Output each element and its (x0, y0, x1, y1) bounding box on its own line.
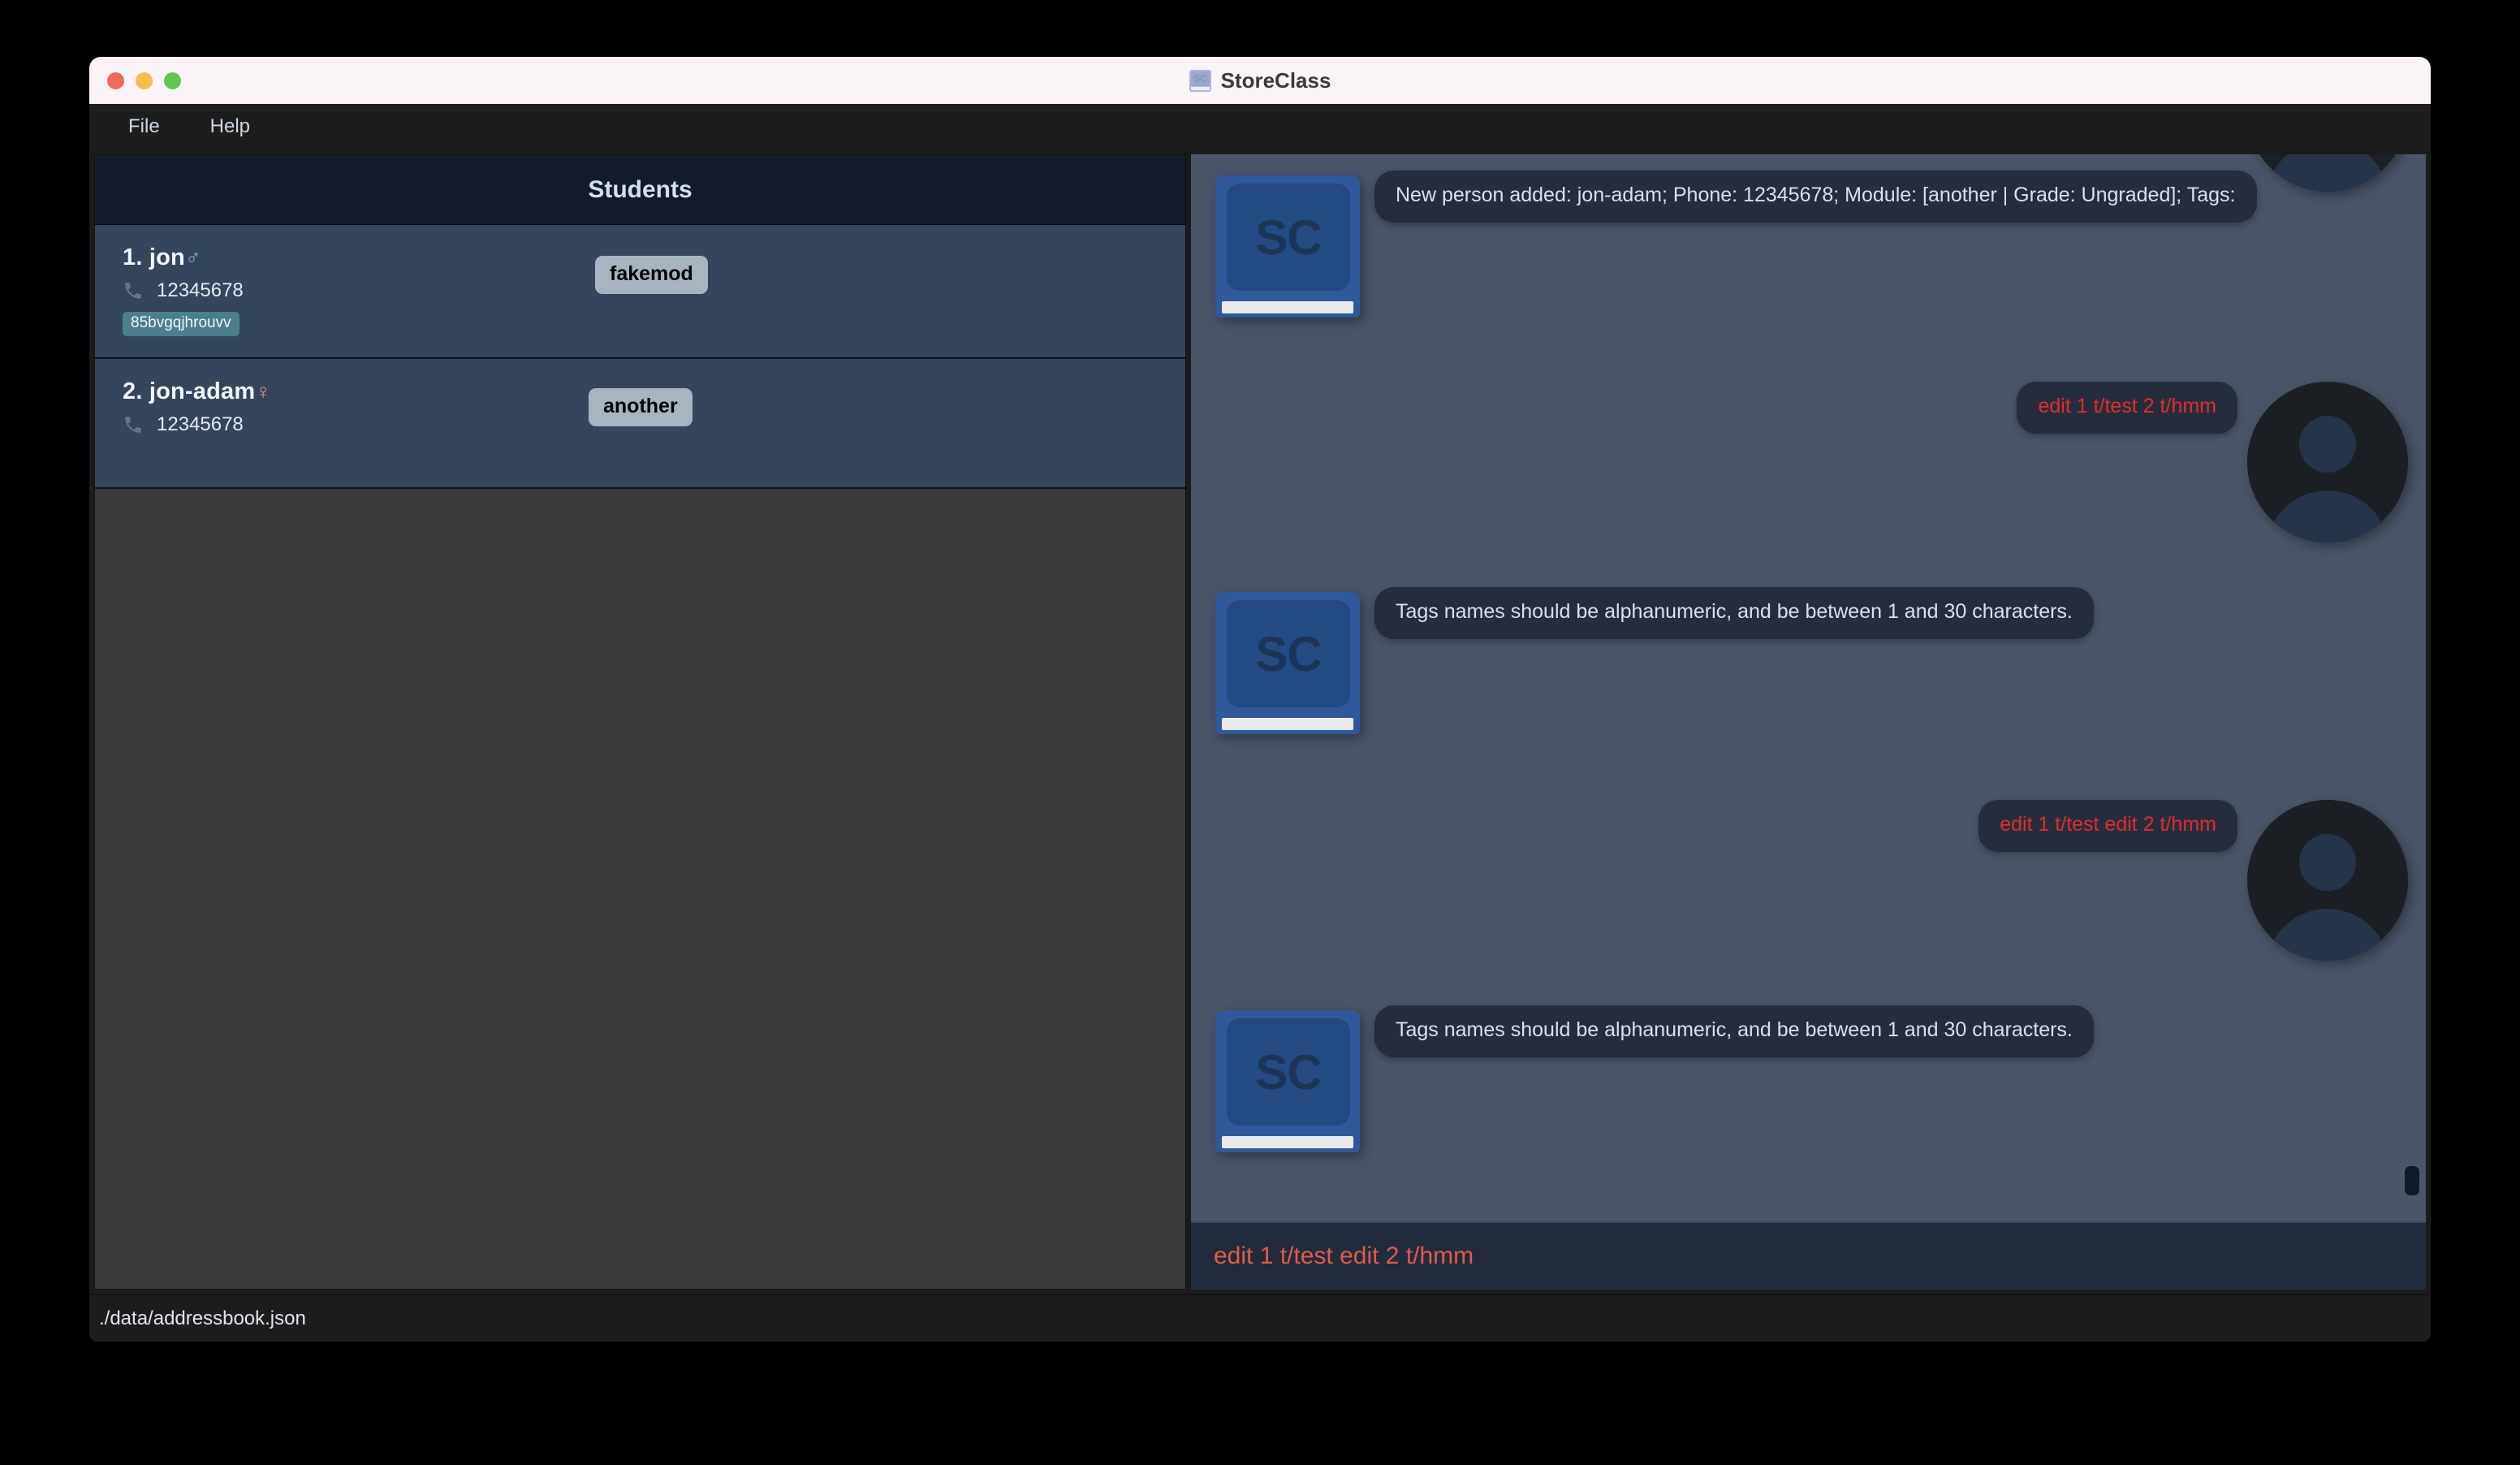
message-row: SC Tags names should be alphanumeric, an… (1210, 1005, 2094, 1160)
save-location-status: ./data/addressbook.json (99, 1307, 306, 1330)
phone-icon (123, 280, 144, 301)
command-input-value[interactable]: edit 1 t/test edit 2 t/hmm (1214, 1242, 1474, 1270)
message-row: edit 1 t/test 2 t/hmm (2017, 382, 2408, 542)
student-list[interactable]: 1. jon♂ 12345678 85bvgqjhrouvv fakemod (95, 225, 1185, 1289)
menu-bar: File Help (89, 104, 2431, 149)
status-bar: ./data/addressbook.json (89, 1294, 2431, 1342)
student-module-badge: another (589, 388, 693, 426)
menu-item-file[interactable]: File (119, 110, 170, 143)
message-list[interactable]: SC New person added: jon-adam; Phone: 12… (1191, 154, 2426, 1221)
student-name-text: 2. jon-adam (123, 378, 255, 404)
student-name-text: 1. jon (123, 244, 185, 270)
person-avatar (2247, 154, 2408, 192)
book-sc-icon: SC (1189, 70, 1211, 92)
message-row: SC Tags names should be alphanumeric, an… (1210, 587, 2094, 741)
result-display-panel: SC New person added: jon-adam; Phone: 12… (1191, 154, 2426, 1290)
command-input-box[interactable]: edit 1 t/test edit 2 t/hmm (1191, 1221, 2426, 1290)
message-bubble-user: edit 1 t/test 2 t/hmm (2017, 382, 2237, 434)
window-titlebar: SC StoreClass (89, 57, 2431, 104)
students-header: Students (95, 155, 1185, 225)
sc-book-avatar: SC (1210, 171, 1365, 325)
sc-book-avatar: SC (1210, 587, 1365, 741)
student-tags: 85bvgqjhrouvv (123, 312, 1185, 336)
gender-male-icon: ♂ (185, 245, 201, 270)
student-card[interactable]: 2. jon-adam♀ 12345678 another (95, 359, 1185, 489)
student-card[interactable]: 1. jon♂ 12345678 85bvgqjhrouvv fakemod (95, 225, 1185, 359)
message-bubble-app: Tags names should be alphanumeric, and b… (1374, 1005, 2094, 1057)
message-bubble-app: New person added: jon-adam; Phone: 12345… (1374, 171, 2257, 223)
menu-item-help[interactable]: Help (201, 110, 260, 143)
student-module-badge: fakemod (595, 256, 708, 294)
window-title-group: SC StoreClass (89, 57, 2431, 104)
person-avatar (2247, 800, 2408, 961)
message-row: SC New person added: jon-adam; Phone: 12… (1210, 171, 2257, 325)
vertical-scroll-thumb[interactable] (2405, 1166, 2419, 1195)
student-phone: 12345678 (157, 413, 244, 436)
sc-book-avatar: SC (1210, 1005, 1365, 1160)
student-phone: 12345678 (157, 279, 244, 302)
students-header-label: Students (588, 176, 692, 204)
student-tag: 85bvgqjhrouvv (123, 312, 239, 336)
window-title: StoreClass (1221, 68, 1331, 93)
message-bubble-app: Tags names should be alphanumeric, and b… (1374, 587, 2094, 639)
gender-female-icon: ♀ (255, 379, 271, 404)
phone-icon (123, 414, 144, 435)
message-row: edit 1 t/test edit 2 t/hmm (1978, 800, 2408, 961)
message-row (2247, 154, 2408, 192)
message-bubble-user: edit 1 t/test edit 2 t/hmm (1978, 800, 2237, 852)
student-list-panel: Students 1. jon♂ 12345678 (94, 154, 1186, 1290)
main-content: Students 1. jon♂ 12345678 (89, 149, 2431, 1294)
person-avatar (2247, 382, 2408, 542)
app-window: SC StoreClass File Help Students 1. jon♂ (89, 57, 2431, 1342)
